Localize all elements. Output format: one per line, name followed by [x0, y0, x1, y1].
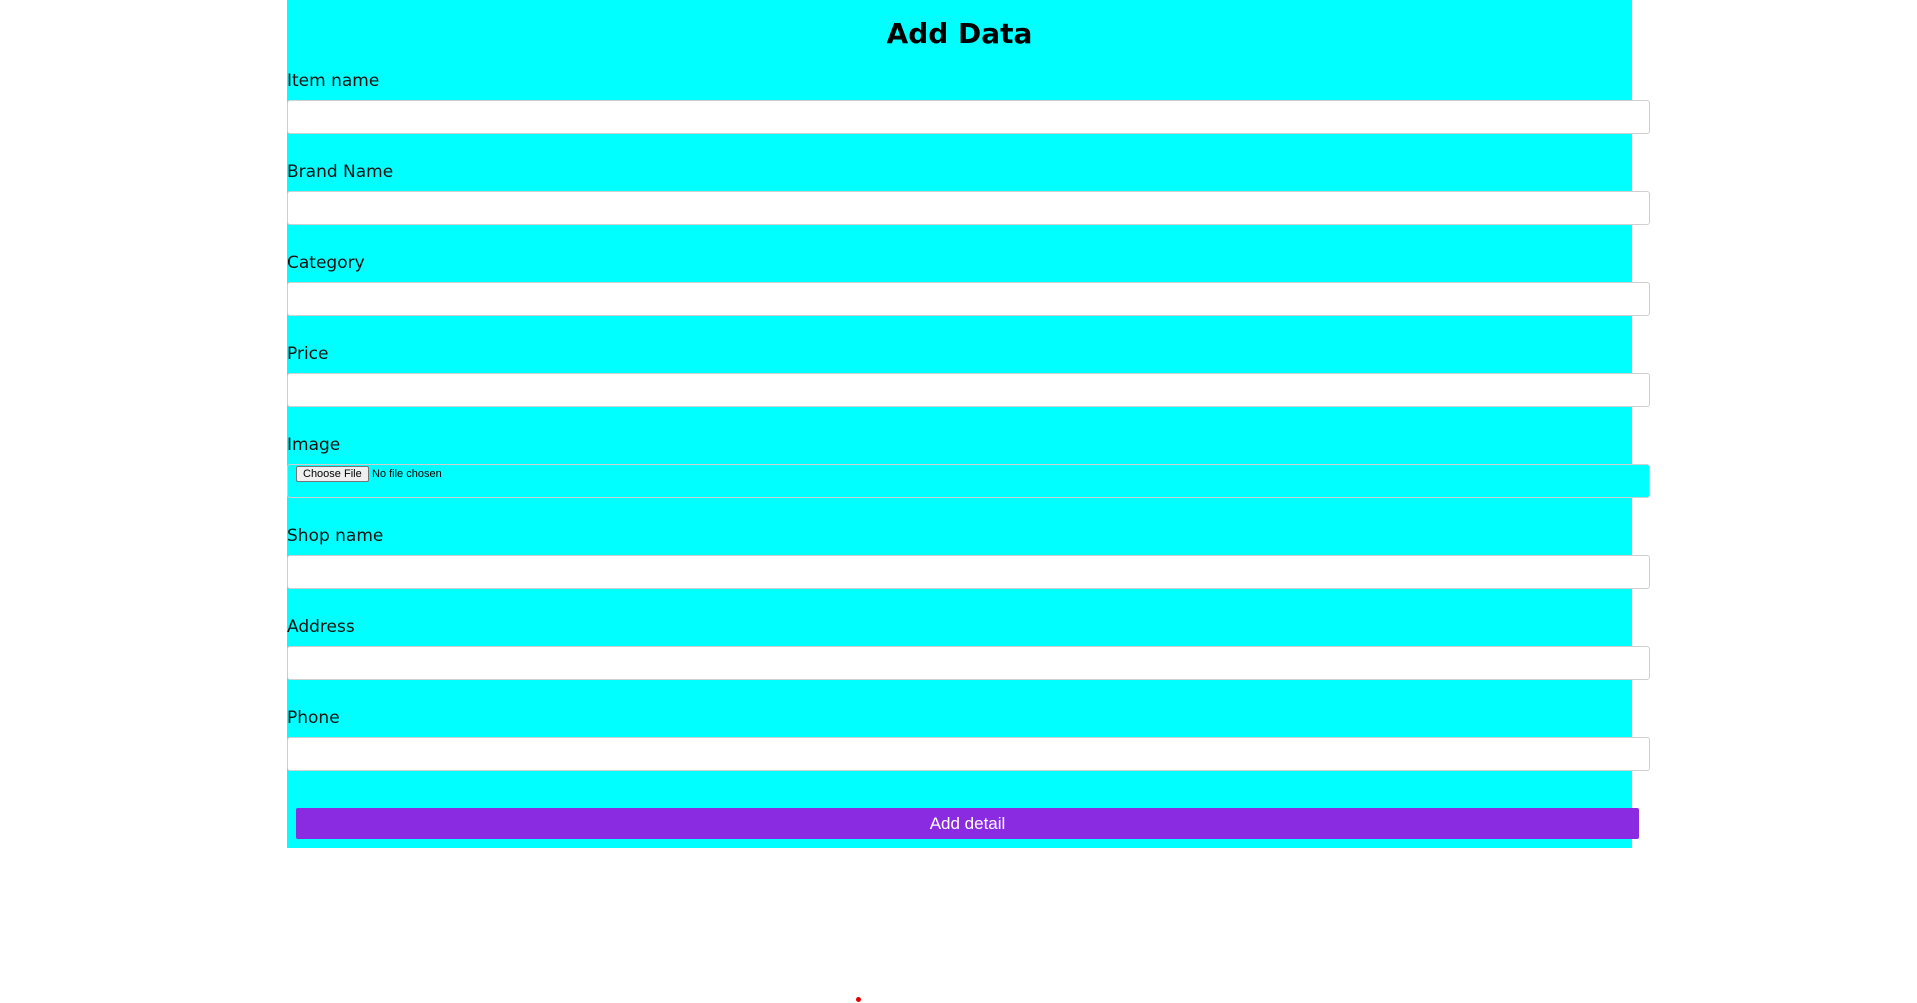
brand-name-input[interactable]	[287, 191, 1650, 225]
choose-file-button[interactable]: Choose File	[296, 466, 369, 482]
brand-name-label: Brand Name	[287, 162, 394, 182]
red-dot	[856, 997, 861, 1002]
price-label: Price	[287, 344, 329, 364]
phone-input[interactable]	[287, 737, 1650, 771]
item-name-label: Item name	[287, 71, 380, 91]
category-input[interactable]	[287, 282, 1650, 316]
page: Add Data Item name Brand Name Category P…	[0, 0, 1917, 1003]
image-label: Image	[287, 435, 341, 455]
file-status-text: No file chosen	[372, 468, 442, 480]
address-label: Address	[287, 617, 355, 637]
phone-label: Phone	[287, 708, 340, 728]
form-title: Add Data	[886, 17, 1033, 50]
shop-name-label: Shop name	[287, 526, 384, 546]
add-detail-button[interactable]: Add detail	[296, 808, 1639, 839]
address-input[interactable]	[287, 646, 1650, 680]
price-input[interactable]	[287, 373, 1650, 407]
category-label: Category	[287, 253, 365, 273]
shop-name-input[interactable]	[287, 555, 1650, 589]
image-file-input[interactable]: Choose File No file chosen	[287, 464, 1650, 498]
item-name-input[interactable]	[287, 100, 1650, 134]
add-data-form: Add Data Item name Brand Name Category P…	[287, 0, 1650, 848]
